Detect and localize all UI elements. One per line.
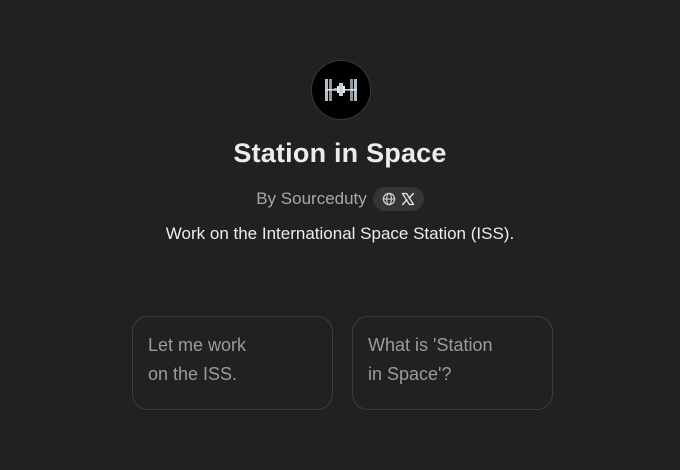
starter-text-line: in Space'? bbox=[368, 364, 452, 384]
gpt-description: Work on the International Space Station … bbox=[165, 224, 515, 243]
author-byline: By Sourceduty bbox=[256, 189, 367, 208]
social-links bbox=[372, 187, 424, 211]
author-row: By Sourceduty bbox=[0, 186, 680, 212]
globe-icon[interactable] bbox=[382, 192, 396, 206]
space-station-icon bbox=[312, 61, 370, 119]
gpt-title: Station in Space bbox=[233, 138, 447, 168]
starter-text-line: on the ISS. bbox=[148, 364, 238, 384]
conversation-starter-card[interactable]: Let me work on the ISS. bbox=[132, 316, 333, 410]
x-logo-icon[interactable] bbox=[401, 192, 415, 206]
avatar bbox=[312, 61, 370, 119]
gpt-landing: Station in Space By Sourceduty Work on t… bbox=[0, 0, 680, 470]
starter-text-line: What is 'Station bbox=[368, 335, 493, 355]
conversation-starter-card[interactable]: What is 'Station in Space'? bbox=[352, 316, 553, 410]
starter-text-line: Let me work bbox=[148, 335, 247, 355]
